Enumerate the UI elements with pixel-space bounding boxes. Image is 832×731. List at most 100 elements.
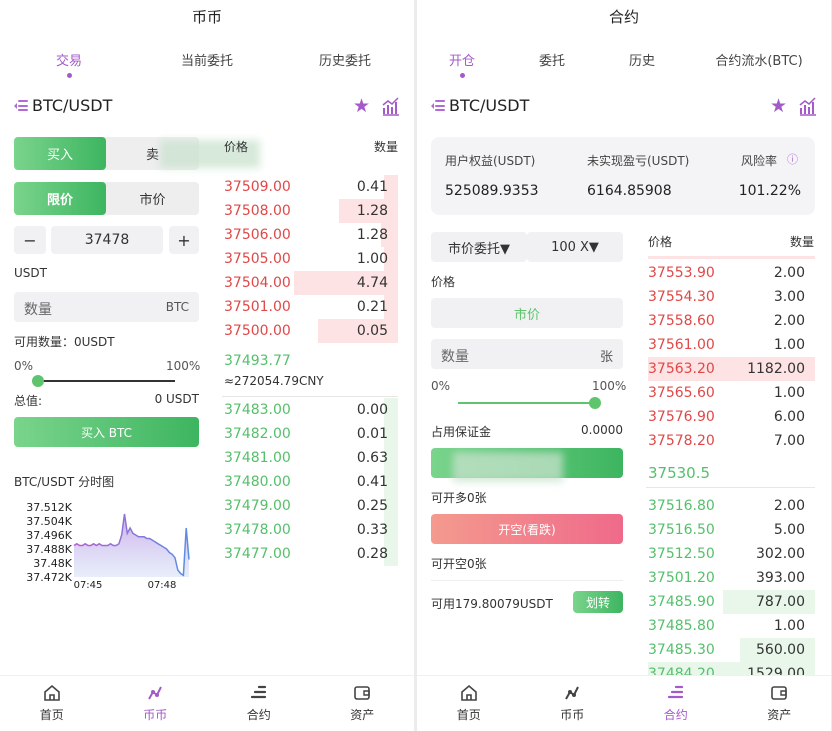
order-qty: 1.28 <box>356 227 388 243</box>
nav-contract-label: 合约 <box>663 708 688 722</box>
order-price: 37508.00 <box>224 203 291 219</box>
bid-row[interactable]: 37485.80 1.00 <box>648 614 815 638</box>
bid-row[interactable]: 37516.50 5.00 <box>648 518 815 542</box>
risk-label: 风险率 <box>741 154 778 168</box>
ask-row[interactable]: 37576.90 6.00 <box>648 405 815 429</box>
amount-slider-track[interactable] <box>38 380 175 382</box>
order-qty: 4.74 <box>356 275 388 291</box>
nav-assets[interactable]: 资产 <box>311 676 415 731</box>
ask-row[interactable]: 37508.00 1.28 <box>224 199 398 223</box>
tab-trade[interactable]: 交易 <box>0 38 138 82</box>
ask-row[interactable]: 37578.20 7.00 <box>648 429 815 453</box>
ask-row[interactable]: 37558.60 2.00 <box>648 309 815 333</box>
price-input[interactable]: 37478 <box>51 226 163 254</box>
amount-slider-thumb[interactable] <box>589 397 601 409</box>
price-minus-button[interactable]: − <box>14 226 46 254</box>
ask-row[interactable]: 37565.60 1.00 <box>648 381 815 405</box>
bid-row[interactable]: 37477.00 0.28 <box>224 542 398 566</box>
nav-contract-label: 合约 <box>246 708 271 722</box>
order-qty: 7.00 <box>773 433 805 449</box>
contract-screen: 合约 开仓 委托 历史 合约流水(BTC) BTC/USDT ★ 用户权益(US… <box>417 0 831 731</box>
bid-row[interactable]: 37482.00 0.01 <box>224 422 398 446</box>
order-price: 37478.00 <box>224 522 291 538</box>
limit-tab[interactable]: 限价 <box>14 182 106 215</box>
bid-row[interactable]: 37485.30 560.00 <box>648 638 815 662</box>
quantity-input[interactable]: 数量 BTC <box>14 292 199 322</box>
market-price-field[interactable]: 市价 <box>431 298 623 328</box>
price-plus-button[interactable]: + <box>169 226 199 254</box>
nav-contract[interactable]: 合约 <box>207 676 311 731</box>
bid-row[interactable]: 37481.00 0.63 <box>224 446 398 470</box>
tab-open-orders[interactable]: 当前委托 <box>138 38 276 82</box>
ask-row[interactable]: 37509.00 0.41 <box>224 175 398 199</box>
pair-selector[interactable]: BTC/USDT <box>14 96 400 115</box>
order-qty: 787.00 <box>756 594 805 610</box>
ask-row[interactable]: 37500.00 0.05 <box>224 319 398 343</box>
bottom-nav: 首页 币币 合约 资产 <box>417 675 831 731</box>
ask-row[interactable]: 37563.20 1182.00 <box>648 357 815 381</box>
open-short-button[interactable]: 开空(看跌) <box>431 514 623 544</box>
ask-row[interactable]: 37554.30 3.00 <box>648 285 815 309</box>
order-price: 37558.60 <box>648 313 715 329</box>
bid-row[interactable]: 37480.00 0.41 <box>224 470 398 494</box>
info-icon[interactable]: ⓘ <box>787 151 798 167</box>
tab-order-history[interactable]: 历史委托 <box>276 38 414 82</box>
home-icon <box>460 684 477 701</box>
tab-contract-flow[interactable]: 合约流水(BTC) <box>687 38 831 82</box>
menu-icon <box>431 99 445 112</box>
bid-row[interactable]: 37501.20 393.00 <box>648 566 815 590</box>
bid-row[interactable]: 37516.80 2.00 <box>648 494 815 518</box>
total-label: 总值: <box>14 394 43 408</box>
order-price: 37481.00 <box>224 450 291 466</box>
ask-row[interactable]: 37506.00 1.28 <box>224 223 398 247</box>
quantity-input[interactable]: 数量 张 <box>431 339 623 369</box>
order-price: 37576.90 <box>648 409 715 425</box>
bid-row[interactable]: 37512.50 302.00 <box>648 542 815 566</box>
total-value: 0 USDT <box>154 392 199 406</box>
bid-row[interactable]: 37478.00 0.33 <box>224 518 398 542</box>
order-qty: 6.00 <box>773 409 805 425</box>
transfer-button[interactable]: 划转 <box>573 591 623 613</box>
bid-row[interactable]: 37483.00 0.00 <box>224 398 398 422</box>
ask-row[interactable]: 37505.00 1.00 <box>224 247 398 271</box>
ask-row[interactable]: 37501.00 0.21 <box>224 295 398 319</box>
nav-assets[interactable]: 资产 <box>728 676 832 731</box>
pair-selector[interactable]: BTC/USDT <box>431 96 817 115</box>
tab-orders[interactable]: 委托 <box>507 38 597 82</box>
slider-max-label: 100% <box>592 379 627 393</box>
ask-row[interactable]: 37553.90 2.00 <box>648 261 815 285</box>
stack-icon <box>667 685 683 699</box>
order-qty: 1.28 <box>356 203 388 219</box>
buy-tab[interactable]: 买入 <box>14 137 106 170</box>
favorite-star-icon[interactable]: ★ <box>353 95 370 117</box>
order-price: 37578.20 <box>648 433 715 449</box>
favorite-star-icon[interactable]: ★ <box>770 95 787 117</box>
kline-chart-icon[interactable] <box>799 96 817 116</box>
nav-home[interactable]: 首页 <box>417 676 521 731</box>
amount-slider-thumb[interactable] <box>32 375 44 387</box>
tab-open-position[interactable]: 开仓 <box>417 38 507 82</box>
kline-chart-icon[interactable] <box>382 96 400 116</box>
buy-btc-button[interactable]: 买入 BTC <box>14 417 199 447</box>
amount-slider-track[interactable] <box>458 402 595 404</box>
pair-bar: BTC/USDT ★ <box>431 95 817 122</box>
nav-spot[interactable]: 币币 <box>521 676 625 731</box>
order-price: 37504.00 <box>224 275 291 291</box>
ask-row[interactable]: 37504.00 4.74 <box>224 271 398 295</box>
nav-home-label: 首页 <box>39 708 64 722</box>
y-tick-label: 37.512K <box>26 501 72 514</box>
stack-icon <box>250 685 266 699</box>
leverage-select[interactable]: 100 X▼ <box>527 232 623 262</box>
bid-row[interactable]: 37479.00 0.25 <box>224 494 398 518</box>
nav-contract[interactable]: 合约 <box>624 676 728 731</box>
order-type-select[interactable]: 市价委托▼ <box>431 232 527 262</box>
quantity-unit: BTC <box>165 300 189 314</box>
market-tab[interactable]: 市价 <box>106 182 199 215</box>
nav-spot[interactable]: 币币 <box>104 676 208 731</box>
tab-history[interactable]: 历史 <box>597 38 687 82</box>
ask-row[interactable]: 37561.00 1.00 <box>648 333 815 357</box>
order-price: 37554.30 <box>648 289 715 305</box>
x-tick-label: 07:48 <box>148 580 177 591</box>
nav-home[interactable]: 首页 <box>0 676 104 731</box>
bid-row[interactable]: 37485.90 787.00 <box>648 590 815 614</box>
